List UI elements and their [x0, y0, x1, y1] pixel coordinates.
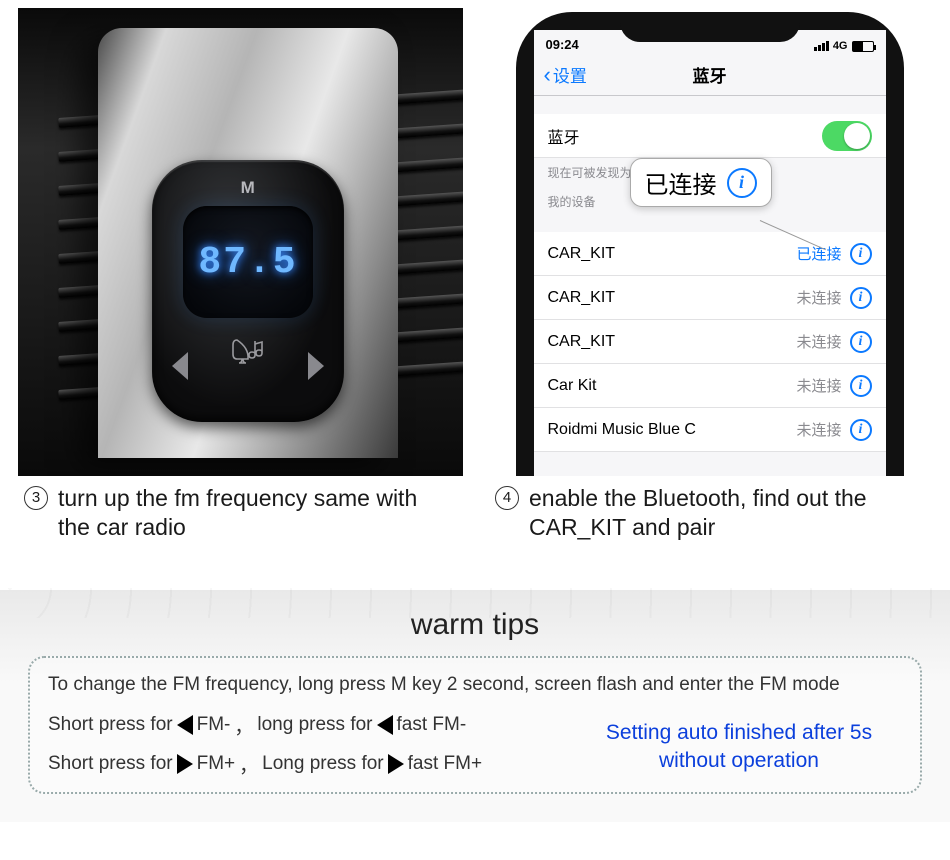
device-row[interactable]: CAR_KIT 已连接 i	[534, 232, 886, 276]
info-icon[interactable]: i	[850, 287, 872, 309]
nav-bar: ‹ 设置 蓝牙	[534, 54, 886, 96]
chevron-left-icon: ‹	[544, 62, 551, 88]
device-name: Car Kit	[548, 377, 597, 395]
triangle-left-icon	[177, 715, 193, 735]
bluetooth-toggle-group: 蓝牙	[534, 114, 886, 158]
info-icon[interactable]: i	[850, 419, 872, 441]
network-label: 4G	[833, 40, 848, 52]
device-shell: M 87.5	[98, 28, 398, 458]
info-icon: i	[727, 168, 757, 198]
bluetooth-toggle[interactable]	[822, 121, 872, 151]
callout-text: 已连接	[645, 165, 717, 200]
device-row[interactable]: CAR_KIT 未连接 i	[534, 320, 886, 364]
prev-arrow-icon	[172, 352, 188, 380]
triangle-right-icon	[388, 754, 404, 774]
device-name: CAR_KIT	[548, 245, 616, 263]
device-name: Roidmi Music Blue C	[548, 421, 696, 439]
device-status: 未连接	[796, 287, 841, 308]
step-number: 4	[495, 486, 519, 510]
bluetooth-toggle-cell[interactable]: 蓝牙	[534, 114, 886, 158]
device-name: CAR_KIT	[548, 333, 616, 351]
caption-4: 4 enable the Bluetooth, find out the CAR…	[495, 484, 926, 542]
captions-row: 3 turn up the fm frequency same with the…	[0, 476, 950, 542]
device-list: CAR_KIT 已连接 i CAR_KIT 未连接 i	[534, 232, 886, 452]
tip-line-1: To change the FM frequency, long press M…	[48, 674, 902, 696]
nav-back-button[interactable]: ‹ 设置	[544, 62, 587, 88]
device-status: 未连接	[796, 375, 841, 396]
caption-text: turn up the fm frequency same with the c…	[58, 484, 455, 542]
fm-frequency: 87.5	[198, 241, 297, 284]
auto-finish-note: Setting auto finished after 5s without o…	[574, 719, 904, 776]
warm-tips-section: warm tips To change the FM frequency, lo…	[0, 590, 950, 822]
info-icon[interactable]: i	[850, 331, 872, 353]
device-row[interactable]: Roidmi Music Blue C 未连接 i	[534, 408, 886, 452]
device-row[interactable]: Car Kit 未连接 i	[534, 364, 886, 408]
top-row: M 87.5 09:24 4G	[0, 8, 950, 476]
triangle-left-icon	[377, 715, 393, 735]
iphone-notch	[620, 12, 800, 42]
battery-icon	[852, 41, 874, 52]
warm-tips-title: warm tips	[28, 608, 922, 642]
phone-music-icon	[231, 338, 265, 364]
lcd-screen: 87.5	[183, 206, 313, 318]
iphone-screen: 09:24 4G ‹ 设置 蓝牙 蓝牙	[534, 30, 886, 476]
caption-text: enable the Bluetooth, find out the CAR_K…	[529, 484, 926, 542]
mode-button-label: M	[241, 178, 256, 198]
caption-3: 3 turn up the fm frequency same with the…	[24, 484, 455, 542]
info-icon[interactable]: i	[850, 375, 872, 397]
connected-callout: 已连接 i	[630, 158, 772, 207]
device-row[interactable]: CAR_KIT 未连接 i	[534, 276, 886, 320]
device-status: 未连接	[796, 331, 841, 352]
device-photo: M 87.5	[18, 8, 463, 476]
device-name: CAR_KIT	[548, 289, 616, 307]
nav-back-label: 设置	[553, 62, 587, 87]
status-time: 09:24	[546, 37, 579, 52]
device-face: M 87.5	[152, 160, 344, 422]
step-number: 3	[24, 486, 48, 510]
device-status: 未连接	[796, 419, 841, 440]
info-icon[interactable]: i	[850, 243, 872, 265]
signal-icon	[814, 41, 829, 51]
next-arrow-icon	[308, 352, 324, 380]
phone-photo: 09:24 4G ‹ 设置 蓝牙 蓝牙	[487, 8, 932, 476]
triangle-right-icon	[177, 754, 193, 774]
nav-title: 蓝牙	[693, 62, 727, 87]
bluetooth-label: 蓝牙	[548, 124, 580, 148]
